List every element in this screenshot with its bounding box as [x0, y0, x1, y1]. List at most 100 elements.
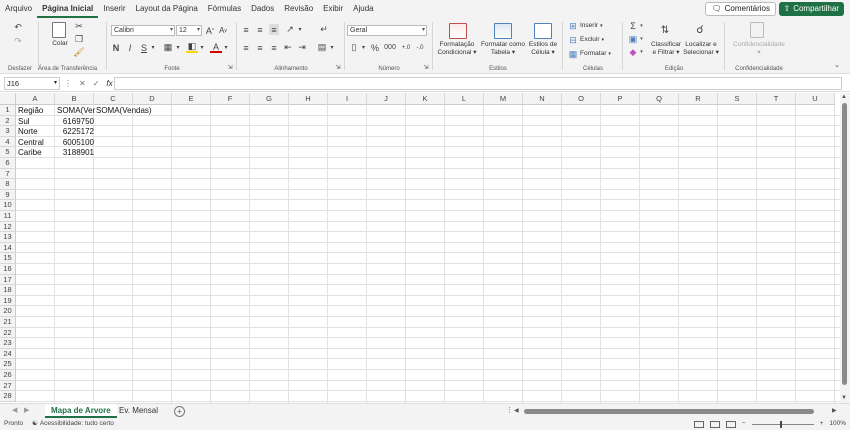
- row-header-4[interactable]: 4: [0, 136, 16, 148]
- menu-ajuda[interactable]: Ajuda: [348, 0, 378, 18]
- row-header-12[interactable]: 12: [0, 221, 16, 233]
- decrease-decimal-icon[interactable]: -.0: [414, 42, 426, 53]
- chevron-down-icon[interactable]: ▾: [360, 42, 367, 53]
- chevron-down-icon[interactable]: ▾: [638, 21, 645, 31]
- row-header-27[interactable]: 27: [0, 380, 16, 392]
- chevron-down-icon[interactable]: ▾: [638, 34, 645, 44]
- name-box[interactable]: J16 ▾: [4, 77, 60, 90]
- column-header-K[interactable]: K: [406, 93, 445, 105]
- insert-cells-button[interactable]: ⊞ Inserir ▾: [568, 21, 602, 31]
- column-header-E[interactable]: E: [172, 93, 211, 105]
- column-header-L[interactable]: L: [445, 93, 484, 105]
- column-header-A[interactable]: A: [16, 93, 55, 105]
- menu-exibir[interactable]: Exibir: [318, 0, 348, 18]
- cell-styles-icon[interactable]: [534, 23, 552, 39]
- page-break-view-icon[interactable]: [725, 420, 736, 428]
- row-header-21[interactable]: 21: [0, 317, 16, 328]
- more-options-icon[interactable]: ⋮: [64, 77, 72, 90]
- row-header-10[interactable]: 10: [0, 200, 16, 211]
- increase-indent-icon[interactable]: ⇥: [297, 42, 307, 53]
- row-header-16[interactable]: 16: [0, 264, 16, 275]
- cell-B4[interactable]: 6005100: [57, 138, 94, 148]
- column-header-M[interactable]: M: [484, 93, 523, 105]
- enter-icon[interactable]: ✓: [93, 77, 100, 90]
- increase-font-icon[interactable]: A ^: [205, 25, 215, 36]
- column-header-T[interactable]: T: [757, 93, 796, 105]
- zoom-slider-knob[interactable]: [779, 420, 782, 428]
- menu-pagina-inicial[interactable]: Página Inicial: [37, 1, 99, 18]
- scroll-down-icon[interactable]: ▼: [841, 395, 847, 401]
- column-header-D[interactable]: D: [133, 93, 172, 105]
- row-header-28[interactable]: 28: [0, 391, 16, 402]
- add-sheet-button[interactable]: +: [174, 406, 185, 417]
- column-header-H[interactable]: H: [289, 93, 328, 105]
- column-header-P[interactable]: P: [601, 93, 640, 105]
- column-header-U[interactable]: U: [796, 93, 835, 105]
- row-header-22[interactable]: 22: [0, 327, 16, 339]
- merge-center-icon[interactable]: ▤: [316, 42, 328, 53]
- sheet-tab-mapa-de-arvore[interactable]: Mapa de Arvore: [45, 404, 117, 418]
- menu-layout-pagina[interactable]: Layout da Página: [131, 0, 203, 18]
- conditional-formatting-icon[interactable]: [449, 23, 467, 39]
- menu-arquivo[interactable]: Arquivo: [0, 0, 37, 18]
- align-top-icon[interactable]: ≡: [241, 24, 251, 35]
- chevron-down-icon[interactable]: ▾: [222, 42, 230, 53]
- column-header-J[interactable]: J: [367, 93, 406, 105]
- row-header-25[interactable]: 25: [0, 359, 16, 370]
- share-button[interactable]: ⇧ Compartilhar: [778, 2, 844, 16]
- next-sheet-icon[interactable]: ▶: [24, 406, 29, 414]
- vertical-scroll-thumb[interactable]: [842, 103, 847, 385]
- column-header-Q[interactable]: Q: [640, 93, 679, 105]
- align-bottom-icon[interactable]: ≡: [269, 24, 279, 35]
- zoom-in-icon[interactable]: +: [820, 418, 824, 430]
- horizontal-scrollbar[interactable]: ◀ ▶: [512, 407, 842, 416]
- find-select-icon[interactable]: ☌: [692, 21, 708, 37]
- bold-button[interactable]: N: [111, 42, 121, 53]
- dialog-launcher-icon[interactable]: ⇲: [334, 63, 342, 71]
- orientation-icon[interactable]: ↗: [284, 24, 296, 35]
- find-select-button[interactable]: Localizar e Selecionar ▾: [682, 41, 720, 57]
- chevron-down-icon[interactable]: ▾: [638, 47, 645, 57]
- format-cells-button[interactable]: ▦ Formatar ▾: [568, 49, 611, 59]
- row-header-3[interactable]: 3: [0, 126, 16, 137]
- conditional-formatting-button[interactable]: Formatação Condicional ▾: [434, 41, 480, 57]
- row-header-13[interactable]: 13: [0, 232, 16, 243]
- chevron-down-icon[interactable]: ▾: [174, 42, 182, 53]
- row-header-7[interactable]: 7: [0, 168, 16, 180]
- page-layout-view-icon[interactable]: [709, 420, 720, 428]
- cell-C1[interactable]: SOMA(Vendas): [96, 106, 152, 116]
- cancel-icon[interactable]: ✕: [79, 77, 86, 90]
- comments-button[interactable]: 🗨 Comentários: [705, 2, 776, 16]
- zoom-slider[interactable]: [751, 420, 814, 428]
- formula-input[interactable]: [114, 77, 842, 90]
- cut-icon[interactable]: ✂: [74, 21, 84, 31]
- comma-style-icon[interactable]: 000: [384, 42, 396, 53]
- row-header-8[interactable]: 8: [0, 179, 16, 190]
- undo-icon[interactable]: ↶: [12, 21, 24, 33]
- redo-icon[interactable]: ↷: [12, 35, 24, 47]
- row-header-9[interactable]: 9: [0, 189, 16, 201]
- dialog-launcher-icon[interactable]: ⇲: [226, 63, 234, 71]
- cell-B5[interactable]: 3188901: [57, 148, 94, 158]
- chevron-down-icon[interactable]: ▾: [149, 42, 157, 53]
- align-right-icon[interactable]: ≡: [269, 42, 279, 53]
- decrease-indent-icon[interactable]: ⇤: [283, 42, 293, 53]
- cell-A4[interactable]: Central: [18, 138, 44, 148]
- borders-icon[interactable]: ▦: [162, 42, 174, 53]
- column-header-G[interactable]: G: [250, 93, 289, 105]
- scroll-up-icon[interactable]: ▲: [841, 94, 847, 100]
- row-header-24[interactable]: 24: [0, 348, 16, 360]
- cell-B2[interactable]: 6169750: [57, 117, 94, 127]
- row-header-26[interactable]: 26: [0, 370, 16, 381]
- wrap-text-icon[interactable]: ↵: [318, 24, 330, 35]
- collapse-ribbon-icon[interactable]: ⌄: [832, 60, 842, 70]
- currency-icon[interactable]: ▯: [348, 42, 360, 53]
- row-header-18[interactable]: 18: [0, 285, 16, 296]
- column-header-O[interactable]: O: [562, 93, 601, 105]
- select-all-corner[interactable]: [0, 93, 16, 105]
- row-header-2[interactable]: 2: [0, 115, 16, 127]
- zoom-out-icon[interactable]: −: [742, 418, 746, 430]
- number-format-select[interactable]: Geral ▾: [347, 25, 427, 36]
- align-center-icon[interactable]: ≡: [255, 42, 265, 53]
- insert-function-icon[interactable]: fx: [106, 77, 112, 90]
